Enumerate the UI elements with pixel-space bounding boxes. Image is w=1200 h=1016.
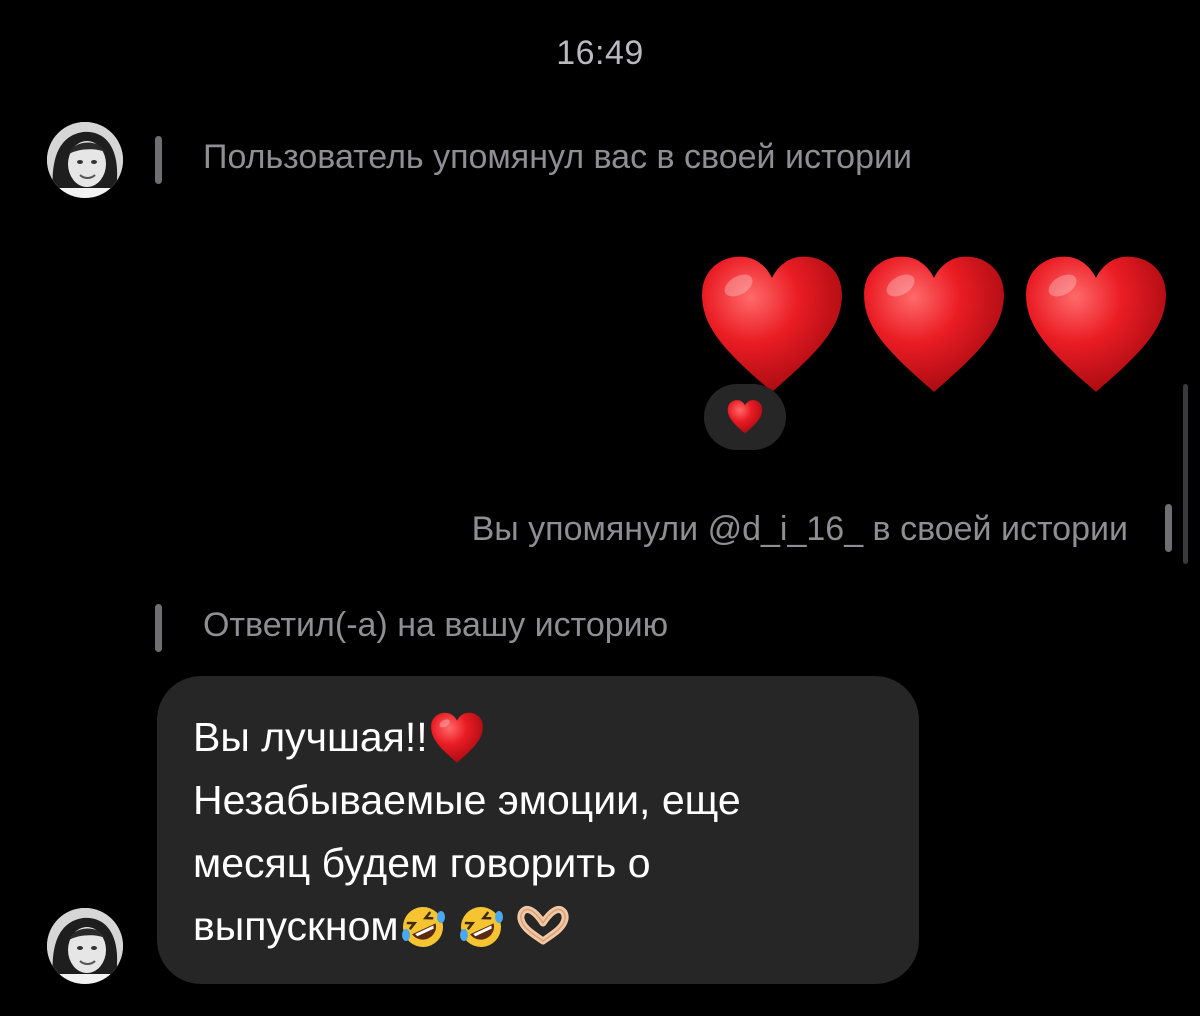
- red-heart-emoji: [430, 712, 483, 763]
- message-timestamp: 16:49: [556, 34, 644, 72]
- message-text: Вы лучшая!!: [193, 714, 428, 760]
- message-text: выпускном: [193, 903, 399, 949]
- avatar-photo: [47, 908, 123, 984]
- quote-bar: [155, 136, 162, 184]
- sender-avatar[interactable]: [47, 122, 123, 198]
- message-line: выпускном: [193, 895, 883, 958]
- heart-hands-emoji: [516, 905, 569, 944]
- reaction-badge[interactable]: [704, 384, 786, 450]
- quote-bar: [1165, 504, 1172, 552]
- avatar-photo: [47, 122, 123, 198]
- message-text: месяц будем говорить о: [193, 840, 651, 886]
- red-heart-emoji: [702, 256, 842, 392]
- story-reply-notice[interactable]: Ответил(-а) на вашу историю: [203, 606, 668, 645]
- message-line: Вы лучшая!!: [193, 706, 883, 769]
- scrollbar[interactable]: [1183, 384, 1188, 564]
- you-mentioned-notice[interactable]: Вы упомянули @d_i_16_ в своей истории: [472, 510, 1128, 549]
- message-text: Незабываемые эмоции, еще: [193, 777, 741, 823]
- rofl-emoji: [459, 906, 503, 947]
- message-bubble[interactable]: Вы лучшая!! Незабываемые эмоции, еще мес…: [157, 676, 919, 984]
- red-heart-emoji: [864, 256, 1004, 392]
- sender-avatar[interactable]: [47, 908, 123, 984]
- red-heart-icon: [727, 400, 763, 434]
- rofl-emoji: [401, 906, 445, 947]
- story-mention-notice[interactable]: Пользователь упомянул вас в своей истори…: [203, 138, 912, 177]
- red-heart-emoji: [1026, 256, 1166, 392]
- quote-bar: [155, 604, 162, 652]
- emoji-message[interactable]: [696, 250, 1172, 400]
